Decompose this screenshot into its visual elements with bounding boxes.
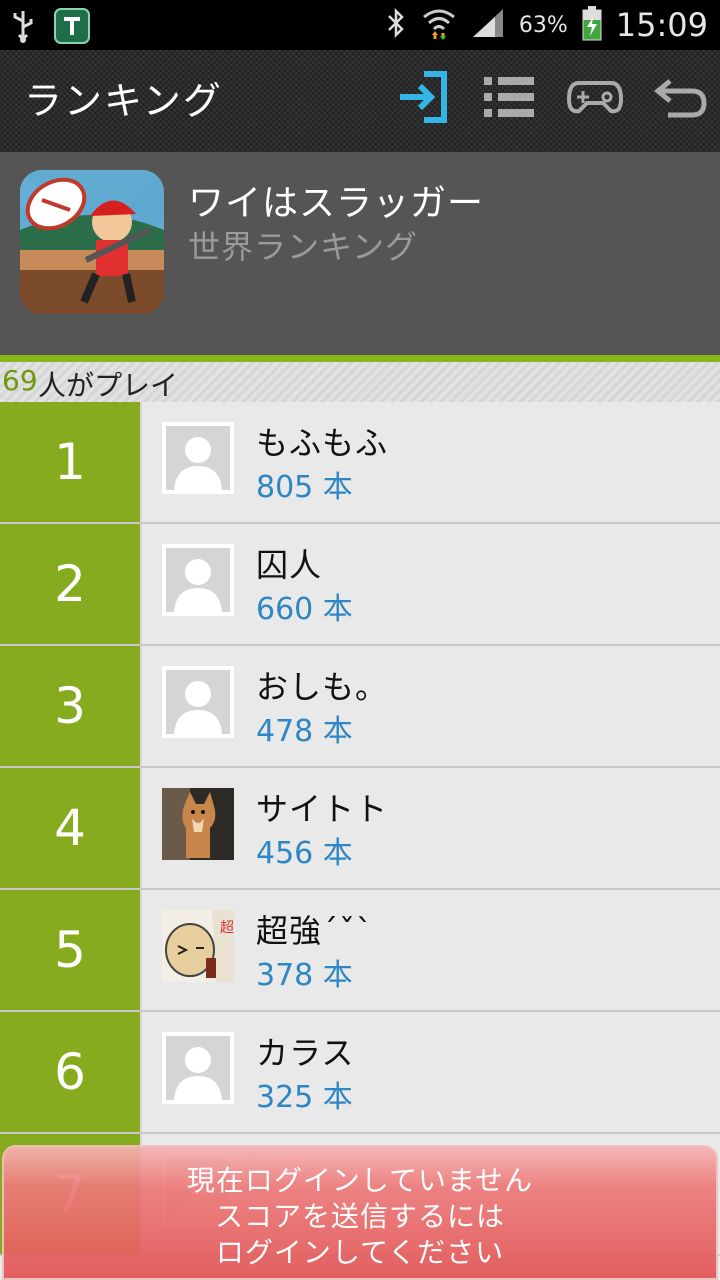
ranking-row[interactable]: 3 おしも。 478 本 xyxy=(0,646,720,768)
screen-title: ランキング xyxy=(24,79,223,123)
action-bar: ランキング xyxy=(0,50,720,152)
player-name: サイトト xyxy=(256,790,389,828)
accent-divider xyxy=(0,355,720,362)
rank-separator xyxy=(140,768,142,888)
rank-separator xyxy=(140,1012,142,1132)
ranking-list[interactable]: 1 もふもふ 805 本 2 囚人 660 本 3 おしも。 478 本 4 サ… xyxy=(0,402,720,1256)
rank-number: 2 xyxy=(0,524,140,644)
ranking-row[interactable]: 5 超 超強´ˇ` 378 本 xyxy=(0,890,720,1012)
rank-number: 3 xyxy=(0,646,140,766)
battery-percent: 63% xyxy=(518,12,568,38)
player-count-label: 人がプレイ xyxy=(38,369,179,402)
rank-number: 4 xyxy=(0,768,140,888)
player-count: 69 xyxy=(2,364,38,397)
ranking-row[interactable]: 4 サイトト 456 本 xyxy=(0,768,720,890)
rank-separator xyxy=(140,524,142,644)
battery-charging-icon xyxy=(582,5,602,45)
player-name: おしも。 xyxy=(256,668,389,706)
status-bar: 63% 15:09 xyxy=(0,0,720,50)
player-score: 325 本 xyxy=(256,1080,353,1115)
toast-message-line1: 現在ログインしていません xyxy=(186,1164,534,1197)
default-avatar-icon xyxy=(162,666,234,738)
ranking-row[interactable]: 2 囚人 660 本 xyxy=(0,524,720,646)
usb-icon xyxy=(10,9,36,47)
app-notification-icon xyxy=(54,8,90,48)
player-score: 456 本 xyxy=(256,836,353,871)
rank-separator xyxy=(140,890,142,1010)
toast-message-line2: スコアを送信するには xyxy=(214,1200,505,1233)
dog-photo-avatar xyxy=(162,788,234,860)
character-avatar: 超 xyxy=(162,910,234,982)
gamepad-icon[interactable] xyxy=(566,68,624,126)
login-required-toast[interactable]: 現在ログインしていません スコアを送信するには ログインしてください xyxy=(2,1145,718,1280)
ranking-row[interactable]: 1 もふもふ 805 本 xyxy=(0,402,720,524)
rank-number: 6 xyxy=(0,1012,140,1132)
clock: 15:09 xyxy=(615,6,708,44)
back-icon[interactable] xyxy=(652,68,710,126)
player-score: 378 本 xyxy=(256,958,353,993)
login-icon[interactable] xyxy=(394,68,452,126)
rank-number: 1 xyxy=(0,402,140,522)
player-count-bar: 69 人がプレイ xyxy=(0,362,720,402)
rank-separator xyxy=(140,646,142,766)
game-header: ワイはスラッガー 世界ランキング xyxy=(0,152,720,355)
default-avatar-icon xyxy=(162,544,234,616)
default-avatar-icon xyxy=(162,422,234,494)
ranking-subtitle: 世界ランキング xyxy=(188,228,419,266)
wifi-icon xyxy=(421,5,457,45)
list-icon[interactable] xyxy=(480,68,538,126)
signal-icon xyxy=(471,7,505,43)
player-score: 478 本 xyxy=(256,714,353,749)
game-title: ワイはスラッガー xyxy=(188,183,485,224)
player-score: 805 本 xyxy=(256,470,353,505)
rank-separator xyxy=(140,402,142,522)
player-name: 囚人 xyxy=(256,546,323,584)
player-name: もふもふ xyxy=(256,424,389,462)
toast-message-line3: ログインしてください xyxy=(215,1236,505,1269)
player-score: 660 本 xyxy=(256,592,353,627)
player-name: 超強´ˇ` xyxy=(256,912,374,950)
svg-text:超: 超 xyxy=(220,920,234,936)
player-name: カラス xyxy=(256,1034,355,1072)
bluetooth-icon xyxy=(385,7,407,43)
game-app-icon xyxy=(20,170,164,314)
default-avatar-icon xyxy=(162,1032,234,1104)
ranking-row[interactable]: 6 カラス 325 本 xyxy=(0,1012,720,1134)
rank-number: 5 xyxy=(0,890,140,1010)
